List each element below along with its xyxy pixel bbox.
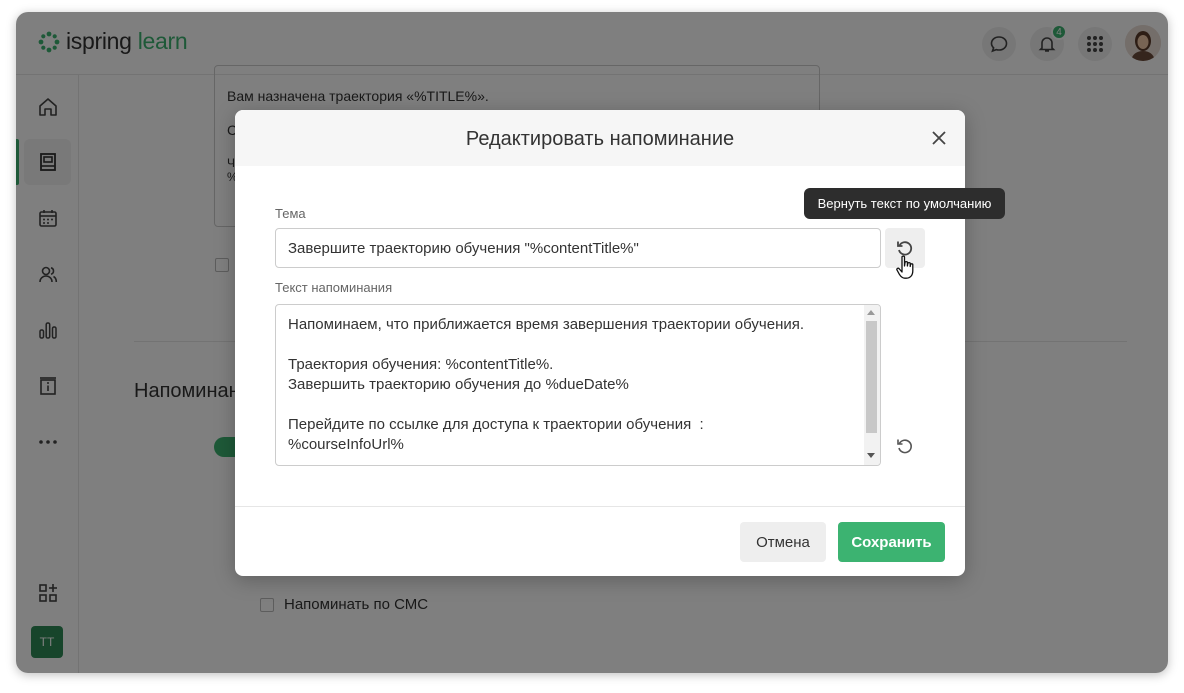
reset-icon (897, 439, 912, 454)
scroll-up-arrow-icon[interactable] (867, 310, 875, 315)
textarea-scrollbar[interactable] (864, 305, 880, 465)
dialog-header: Редактировать напоминание (235, 110, 965, 166)
close-button[interactable] (929, 128, 949, 148)
dialog-title: Редактировать напоминание (465, 128, 735, 150)
reset-body-button[interactable] (885, 426, 925, 466)
reminder-text-area[interactable]: Напоминаем, что приближается время завер… (275, 304, 881, 466)
reset-tooltip: Вернуть текст по умолчанию (804, 188, 1005, 219)
subject-label: Тема (275, 206, 306, 221)
save-button[interactable]: Сохранить (838, 522, 945, 562)
cancel-button[interactable]: Отмена (740, 522, 826, 562)
body-label: Текст напоминания (275, 280, 393, 295)
footer-divider (235, 506, 965, 507)
reminder-text-content: Напоминаем, что приближается время завер… (288, 316, 805, 453)
hand-cursor-icon (896, 255, 914, 279)
close-icon (932, 131, 946, 145)
subject-input[interactable] (275, 228, 881, 268)
scroll-thumb[interactable] (866, 321, 877, 433)
edit-reminder-dialog: Редактировать напоминание Тема Текст нап… (235, 110, 965, 576)
scroll-down-arrow-icon[interactable] (867, 453, 875, 458)
